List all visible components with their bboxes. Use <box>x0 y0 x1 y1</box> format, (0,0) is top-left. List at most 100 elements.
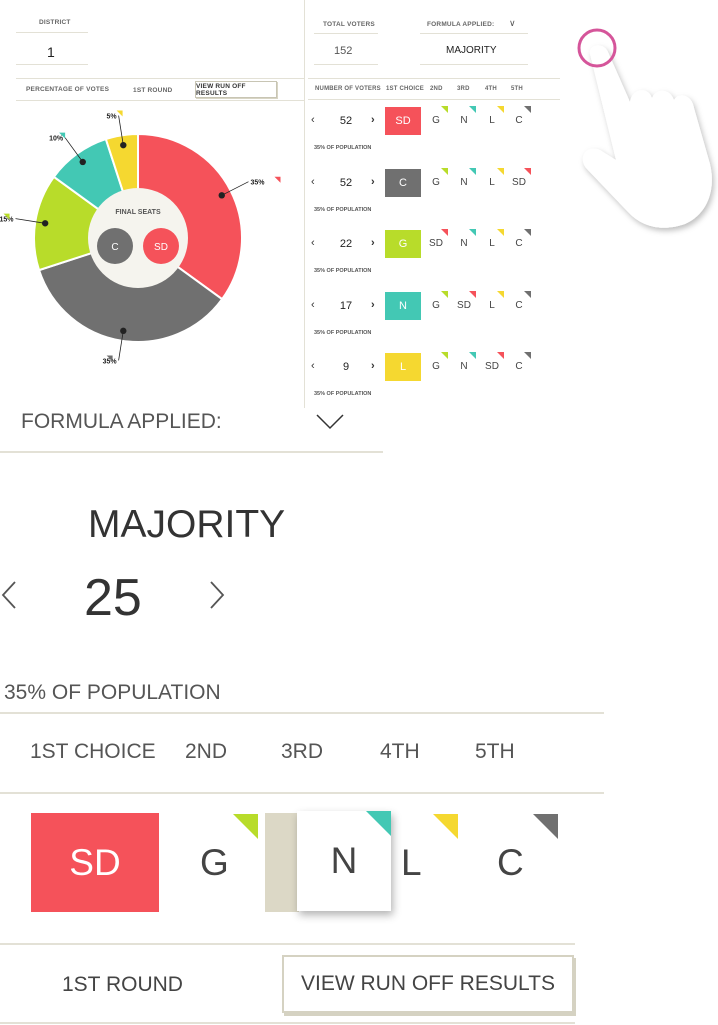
row-choice[interactable]: C <box>507 115 531 126</box>
row-voter-count: 52 <box>339 115 353 127</box>
table-header: 5TH <box>511 86 523 92</box>
row-choice[interactable]: G <box>424 300 448 311</box>
table-header: 4TH <box>485 86 497 92</box>
row-choice[interactable]: N <box>452 361 476 372</box>
row-choice[interactable]: SD <box>452 300 476 311</box>
row-choice[interactable]: L <box>480 115 504 126</box>
row-choice-flag <box>497 106 504 113</box>
row-choice[interactable]: N <box>452 177 476 188</box>
donut-label-g: 15% <box>0 217 14 224</box>
row-decrease-arrow-icon[interactable]: ‹ <box>311 176 315 188</box>
district-value: 1 <box>47 44 55 60</box>
voter-count: 25 <box>84 569 142 627</box>
hand-pointer-icon <box>577 28 712 228</box>
zoom-header: 5TH <box>475 740 515 763</box>
row-increase-arrow-icon[interactable]: › <box>371 237 375 249</box>
row-choice[interactable]: G <box>424 361 448 372</box>
row-choice[interactable]: N <box>452 115 476 126</box>
row-voter-count: 52 <box>339 176 353 189</box>
first-choice-chip-label: SD <box>69 841 121 883</box>
row-choice-flag <box>524 352 531 359</box>
donut-label-c: 35% <box>103 358 118 365</box>
row-choice-flag <box>441 167 448 175</box>
donut-flag-sd <box>274 176 281 183</box>
formula-dropdown-chevron-icon[interactable] <box>316 414 344 430</box>
formula-dropdown-small-chevron-icon[interactable]: ∨ <box>509 18 516 29</box>
choice-n-label: N <box>330 840 358 881</box>
percentage-of-votes-label: PERCENTAGE OF VOTES <box>26 86 110 93</box>
row-choice[interactable]: C <box>507 238 531 249</box>
donut-label-sd: 35% <box>250 180 265 187</box>
row-increase-arrow-icon[interactable]: › <box>371 176 375 188</box>
row-choice[interactable]: C <box>507 300 531 311</box>
table-header: 2ND <box>430 86 443 92</box>
row-choice-flag <box>469 167 476 175</box>
row-choice-flag <box>469 229 476 236</box>
row-decrease-arrow-icon[interactable]: ‹ <box>311 237 315 249</box>
drag-placeholder <box>265 813 299 912</box>
row-increase-arrow-icon[interactable]: › <box>371 299 375 311</box>
row-choice-flag <box>497 352 504 359</box>
row-population-label: 35% OF POPULATION <box>314 206 372 213</box>
seat-sd-label: SD <box>154 242 168 253</box>
decrease-arrow-icon[interactable] <box>0 580 18 610</box>
table-header: 3RD <box>457 86 470 92</box>
row-choice[interactable]: N <box>452 238 476 249</box>
row-decrease-arrow-icon[interactable]: ‹ <box>311 114 315 126</box>
donut-label-l: 5% <box>106 114 117 121</box>
increase-arrow-icon[interactable] <box>208 580 226 610</box>
row-increase-arrow-icon[interactable]: › <box>371 114 375 126</box>
row-population-label: 35% OF POPULATION <box>314 329 372 336</box>
row-choice-flag <box>497 290 504 298</box>
row-choice-flag <box>469 106 476 113</box>
row-first-choice-chip[interactable]: L <box>385 353 421 381</box>
final-seats-label: FINAL SEATS <box>115 209 161 216</box>
round-label-large: 1ST ROUND <box>62 973 183 996</box>
row-choice[interactable]: G <box>424 177 448 188</box>
row-choice[interactable]: SD <box>424 238 448 249</box>
row-choice[interactable]: L <box>480 238 504 249</box>
row-choice[interactable]: SD <box>480 361 504 372</box>
population-label: 35% OF POPULATION <box>4 681 221 704</box>
choice-l[interactable]: L <box>401 842 422 884</box>
row-choice-flag <box>524 106 531 113</box>
row-first-choice-chip[interactable]: G <box>385 230 421 258</box>
row-choice-flag <box>524 290 531 298</box>
row-choice-flag <box>469 352 476 359</box>
choice-g[interactable]: G <box>200 842 229 884</box>
row-population-label: 35% OF POPULATION <box>314 268 372 274</box>
formula-applied-label: FORMULA APPLIED: <box>21 410 222 433</box>
row-choice[interactable]: G <box>424 115 448 126</box>
round-label: 1ST ROUND <box>133 87 173 94</box>
row-choice[interactable]: L <box>480 300 504 311</box>
row-choice-flag <box>497 229 504 236</box>
row-decrease-arrow-icon[interactable]: ‹ <box>311 360 315 372</box>
seat-c-label: C <box>111 242 118 253</box>
zoom-header: 4TH <box>380 740 420 763</box>
row-choice-flag <box>441 290 448 298</box>
row-increase-arrow-icon[interactable]: › <box>371 360 375 372</box>
row-choice-flag <box>524 167 531 175</box>
choice-g-flag <box>233 814 258 839</box>
donut-label-n: 10% <box>49 136 64 143</box>
choice-l-flag <box>433 814 458 839</box>
row-decrease-arrow-icon[interactable]: ‹ <box>311 299 315 311</box>
zoom-header: 1ST CHOICE <box>30 740 156 763</box>
row-population-label: 35% OF POPULATION <box>314 391 372 397</box>
row-first-choice-chip[interactable]: N <box>385 291 421 320</box>
table-header: 1ST CHOICE <box>386 86 425 92</box>
choice-c[interactable]: C <box>497 842 524 884</box>
choice-c-flag <box>533 814 558 839</box>
view-runoff-button[interactable]: VIEW RUN OFF RESULTS <box>282 955 574 1013</box>
row-first-choice-chip[interactable]: SD <box>385 107 421 135</box>
row-choice[interactable]: C <box>507 361 531 372</box>
row-choice-flag <box>497 167 504 175</box>
formula-value-small: MAJORITY <box>446 45 497 56</box>
row-first-choice-chip[interactable]: C <box>385 168 421 197</box>
first-choice-chip[interactable]: SD <box>31 813 159 912</box>
view-runoff-button-small[interactable]: VIEW RUN OFF RESULTS <box>195 81 277 98</box>
row-choice[interactable]: L <box>480 177 504 188</box>
choice-n-flag <box>366 811 391 836</box>
donut-flag-l <box>116 110 123 117</box>
row-choice[interactable]: SD <box>507 177 531 188</box>
